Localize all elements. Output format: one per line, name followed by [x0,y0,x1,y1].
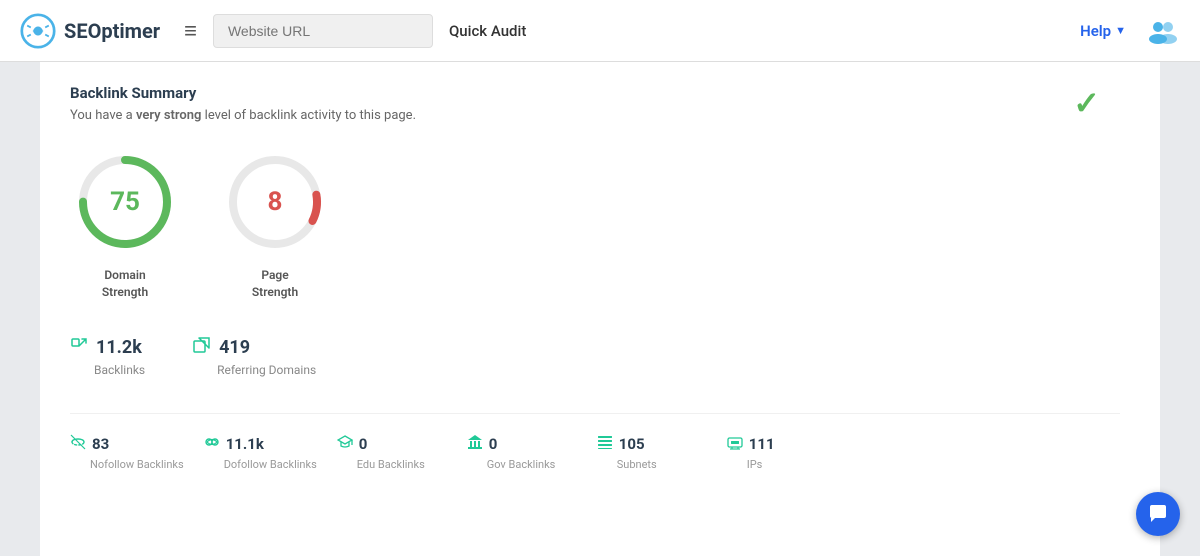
page-strength-label: PageStrength [252,267,298,301]
hamburger-icon[interactable]: ≡ [184,18,197,44]
nofollow-stat-top: 83 [70,434,109,454]
chevron-down-icon: ▼ [1115,24,1126,37]
edu-icon [337,434,353,454]
dofollow-label: Dofollow Backlinks [224,458,317,471]
domain-strength-circle: 75 [70,147,180,257]
edu-value: 0 [359,435,368,453]
nofollow-stat: 83 Nofollow Backlinks [70,434,204,471]
main-layout: ✓ Backlink Summary You have a very stron… [0,62,1200,556]
domain-strength-value: 75 [110,187,140,217]
gov-stat-top: 0 [467,434,498,454]
bottom-stats-row: 83 Nofollow Backlinks 11.1k [70,413,1120,471]
subnets-stat: 105 Subnets [597,434,727,471]
gov-value: 0 [489,435,498,453]
edu-stat-top: 0 [337,434,368,454]
gov-stat: 0 Gov Backlinks [467,434,597,471]
nofollow-label: Nofollow Backlinks [90,458,184,471]
subtitle-strong: very strong [136,108,201,123]
backlinks-stat: 11.2k Backlinks [70,337,145,377]
referring-domains-stat-top: 419 [193,337,250,359]
page-strength-item: 8 PageStrength [220,147,330,301]
logo-icon [20,13,56,49]
header-right: Help ▼ [1080,13,1180,49]
backlinks-label: Backlinks [94,363,145,377]
backlinks-icon [70,337,88,359]
chat-icon [1147,503,1169,525]
domain-strength-label: DomainStrength [102,267,148,301]
section-title: Backlink Summary [70,84,1120,102]
referring-domains-value: 419 [219,337,250,358]
logo-area: SEOptimer [20,13,160,49]
gov-icon [467,434,483,454]
dofollow-stat-top: 11.1k [204,434,264,454]
gov-label: Gov Backlinks [487,458,556,471]
subnets-icon [597,434,613,454]
subtitle-prefix: You have a [70,108,136,123]
page-strength-value: 8 [268,187,283,217]
chat-bubble-button[interactable] [1136,492,1180,536]
left-sidebar-strip [0,62,40,556]
right-sidebar-strip [1160,62,1200,556]
edu-label: Edu Backlinks [357,458,425,471]
help-button[interactable]: Help ▼ [1080,22,1126,40]
dofollow-stat: 11.1k Dofollow Backlinks [204,434,337,471]
ips-stat-top: 111 [727,434,775,454]
stats-row: 11.2k Backlinks 419 Referring Do [70,337,1120,377]
user-group-icon [1146,15,1178,47]
url-input[interactable] [213,14,433,48]
subnets-stat-top: 105 [597,434,645,454]
dofollow-value: 11.1k [226,435,264,453]
dofollow-icon [204,434,220,454]
backlinks-value: 11.2k [96,337,142,358]
edu-stat: 0 Edu Backlinks [337,434,467,471]
header: SEOptimer ≡ Quick Audit Help ▼ [0,0,1200,62]
check-mark: ✓ [1073,84,1100,122]
section-subtitle: You have a very strong level of backlink… [70,108,1120,123]
help-label: Help [1080,22,1111,40]
page-strength-circle: 8 [220,147,330,257]
subnets-label: Subnets [617,458,657,471]
subnets-value: 105 [619,435,645,453]
referring-domains-label: Referring Domains [217,363,316,377]
domain-strength-item: 75 DomainStrength [70,147,180,301]
ips-icon [727,434,743,454]
logo-text: SEOptimer [64,19,160,43]
backlinks-stat-top: 11.2k [70,337,142,359]
quick-audit-label: Quick Audit [449,22,526,40]
circles-row: 75 DomainStrength 8 PageStrength [70,147,1120,301]
content-area: ✓ Backlink Summary You have a very stron… [40,62,1160,556]
ips-value: 111 [749,435,775,453]
subtitle-suffix: level of backlink activity to this page. [201,108,416,123]
nofollow-icon [70,434,86,454]
user-icon-button[interactable] [1144,13,1180,49]
referring-domains-icon [193,337,211,359]
referring-domains-stat: 419 Referring Domains [193,337,316,377]
ips-label: IPs [747,458,763,471]
ips-stat: 111 IPs [727,434,857,471]
nofollow-value: 83 [92,435,109,453]
